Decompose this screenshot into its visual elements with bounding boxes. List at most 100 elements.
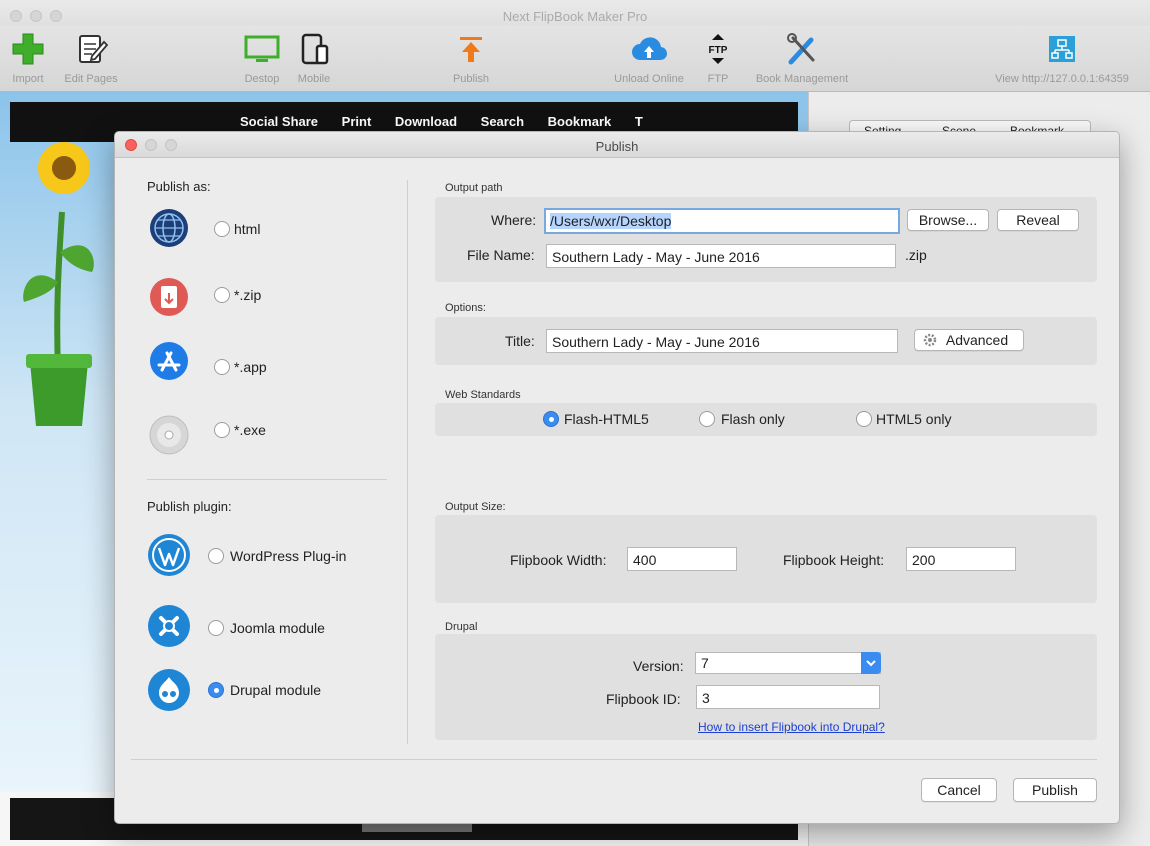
download-button[interactable]: Download xyxy=(395,114,457,129)
file-name-input[interactable]: Southern Lady - May - June 2016 xyxy=(546,244,896,268)
title-label: Title: xyxy=(505,333,535,349)
import-button[interactable]: Import xyxy=(8,26,48,92)
drupal-group: Version: 7 Flipbook ID: 3 How to insert … xyxy=(435,634,1097,740)
drupal-module-label: Drupal module xyxy=(230,682,322,698)
publish-app-radio[interactable] xyxy=(214,359,230,375)
options-section-label: Options: xyxy=(445,302,486,314)
desktop-button[interactable]: Destop xyxy=(240,26,284,92)
search-button[interactable]: Search xyxy=(481,114,524,129)
where-label: Where: xyxy=(491,212,537,228)
gear-icon xyxy=(923,333,937,347)
version-value: 7 xyxy=(701,655,709,671)
output-size-section-label: Output Size: xyxy=(445,501,506,513)
cloud-upload-icon xyxy=(632,37,668,61)
cancel-button[interactable]: Cancel xyxy=(921,778,997,802)
upload-online-label: Unload Online xyxy=(614,73,684,85)
divider xyxy=(147,479,387,480)
zip-file-icon xyxy=(150,278,188,316)
joomla-module-label: Joomla module xyxy=(230,620,325,636)
version-label: Version: xyxy=(633,658,684,674)
html-globe-icon xyxy=(150,209,188,247)
drupal-icon xyxy=(148,669,190,711)
joomla-module-radio[interactable] xyxy=(208,620,224,636)
column-divider xyxy=(407,180,408,744)
html5-only-label: HTML5 only xyxy=(876,411,952,427)
file-extension-label: .zip xyxy=(905,247,927,263)
wordpress-plugin-radio[interactable] xyxy=(208,548,224,564)
flipbook-id-input[interactable]: 3 xyxy=(696,685,880,709)
drupal-module-radio[interactable] xyxy=(208,682,224,698)
ftp-button[interactable]: FTP FTP xyxy=(700,26,736,92)
book-management-button[interactable]: Book Management xyxy=(742,26,862,92)
edit-pages-button[interactable]: Edit Pages xyxy=(60,26,122,92)
html5-only-radio[interactable] xyxy=(856,411,872,427)
flash-html5-radio[interactable] xyxy=(543,411,559,427)
drupal-section-label: Drupal xyxy=(445,621,478,633)
publish-dialog: Publish Publish as: html *.zip *.app *.e… xyxy=(114,131,1120,824)
disc-icon xyxy=(149,415,189,455)
publish-plugin-label: Publish plugin: xyxy=(147,499,232,514)
publish-zip-radio[interactable] xyxy=(214,287,230,303)
flipbook-width-input[interactable]: 400 xyxy=(627,547,737,571)
output-path-group: Where: /Users/wxr/Desktop Browse... Reve… xyxy=(435,197,1097,282)
view-button[interactable]: View http://127.0.0.1:64359 xyxy=(980,26,1144,92)
edit-pages-icon xyxy=(79,35,108,63)
dialog-title-bar: Publish xyxy=(115,132,1119,158)
options-group: Title: Southern Lady - May - June 2016 A… xyxy=(435,317,1097,365)
text-button[interactable]: T xyxy=(635,114,643,129)
sitemap-icon xyxy=(1049,36,1075,62)
mobile-label: Mobile xyxy=(297,73,331,85)
desktop-icon xyxy=(244,35,280,62)
publish-toolbar-label: Publish xyxy=(452,73,490,85)
app-store-icon xyxy=(150,342,188,380)
web-standards-group: Flash-HTML5 Flash only HTML5 only xyxy=(435,403,1097,436)
window-title: Next FlipBook Maker Pro xyxy=(502,9,648,24)
flash-html5-label: Flash-HTML5 xyxy=(564,411,649,427)
edit-pages-label: Edit Pages xyxy=(64,73,118,85)
where-input[interactable]: /Users/wxr/Desktop xyxy=(544,208,900,234)
tools-icon xyxy=(787,33,815,65)
upload-online-button[interactable]: Unload Online xyxy=(606,26,692,92)
title-input[interactable]: Southern Lady - May - June 2016 xyxy=(546,329,898,353)
publish-toolbar-button[interactable]: Publish xyxy=(446,26,496,92)
advanced-button[interactable]: Advanced xyxy=(914,329,1024,351)
view-label: View http://127.0.0.1:64359 xyxy=(995,73,1129,85)
file-name-label: File Name: xyxy=(467,247,535,263)
output-size-group: Flipbook Width: 400 Flipbook Height: 200 xyxy=(435,515,1097,603)
sunflower-image xyxy=(23,142,94,426)
joomla-icon xyxy=(148,605,190,647)
publish-as-label: Publish as: xyxy=(147,179,211,194)
reveal-button[interactable]: Reveal xyxy=(997,209,1079,231)
mobile-button[interactable]: Mobile xyxy=(292,26,336,92)
chevron-down-icon xyxy=(861,652,881,674)
publish-button[interactable]: Publish xyxy=(1013,778,1097,802)
plus-icon xyxy=(12,33,44,65)
flipbook-width-label: Flipbook Width: xyxy=(510,552,607,568)
publish-html-label: html xyxy=(234,221,261,237)
publish-app-label: *.app xyxy=(234,359,267,375)
footer-divider xyxy=(131,759,1097,760)
output-path-section-label: Output path xyxy=(445,182,503,194)
advanced-label: Advanced xyxy=(945,332,1009,348)
ftp-label: FTP xyxy=(707,73,729,85)
ftp-icon: FTP xyxy=(709,34,728,64)
ftp-icon-text: FTP xyxy=(709,45,728,56)
publish-icon xyxy=(460,37,482,62)
publish-exe-radio[interactable] xyxy=(214,422,230,438)
print-button[interactable]: Print xyxy=(342,114,372,129)
flash-only-radio[interactable] xyxy=(699,411,715,427)
social-share-button[interactable]: Social Share xyxy=(240,114,318,129)
bookmark-button[interactable]: Bookmark xyxy=(548,114,612,129)
flipbook-height-input[interactable]: 200 xyxy=(906,547,1016,571)
book-management-label: Book Management xyxy=(755,73,849,85)
desktop-label: Destop xyxy=(244,73,280,85)
publish-html-radio[interactable] xyxy=(214,221,230,237)
dialog-title: Publish xyxy=(595,139,639,154)
wordpress-icon xyxy=(148,534,190,576)
drupal-help-link[interactable]: How to insert Flipbook into Drupal? xyxy=(698,720,885,734)
publish-zip-label: *.zip xyxy=(234,287,262,303)
browse-button[interactable]: Browse... xyxy=(907,209,989,231)
app-window: Next FlipBook Maker Pro Import Edit Page… xyxy=(0,0,1150,846)
version-select[interactable]: 7 xyxy=(695,652,881,674)
flipbook-id-label: Flipbook ID: xyxy=(606,691,681,707)
